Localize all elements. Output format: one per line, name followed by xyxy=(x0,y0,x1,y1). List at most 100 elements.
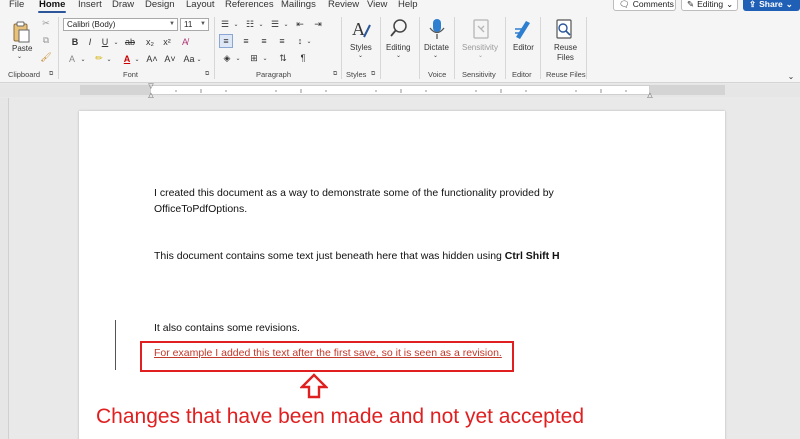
group-divider xyxy=(380,17,381,79)
align-left-icon[interactable]: ≡ xyxy=(219,34,233,48)
font-name-select[interactable]: Calibri (Body) ▼ xyxy=(63,18,178,31)
paste-icon xyxy=(13,21,30,43)
styles-group-label: Styles xyxy=(346,70,367,79)
reuse-files-group-label: Reuse Files xyxy=(546,70,586,79)
menu-bar: File Home Insert Draw Design Layout Refe… xyxy=(0,0,800,13)
editor-group-label: Editor xyxy=(512,70,532,79)
increase-indent-icon[interactable]: ⇥ xyxy=(311,17,325,31)
doc-paragraph-1-line-2[interactable]: OfficeToPdfOptions. xyxy=(154,201,247,217)
grow-font-icon[interactable]: A˄ xyxy=(146,53,158,65)
group-divider xyxy=(419,17,420,79)
chevron-down-icon[interactable]: ⌄ xyxy=(283,18,289,30)
clear-formatting-icon[interactable]: A̸ xyxy=(179,36,191,48)
chevron-down-icon[interactable]: ⌄ xyxy=(233,18,239,30)
sort-icon[interactable]: ⇅ xyxy=(276,51,290,65)
subscript-button[interactable]: x₂ xyxy=(144,36,156,48)
ruler-left-margin xyxy=(80,85,150,95)
decrease-indent-icon[interactable]: ⇤ xyxy=(293,17,307,31)
sensitivity-label: Sensitivity xyxy=(462,43,499,52)
change-case-icon[interactable]: Aa xyxy=(183,53,195,65)
share-button[interactable]: ⇪ Share ⌄ xyxy=(743,0,800,11)
editing-button[interactable] xyxy=(388,17,410,41)
sensitivity-button[interactable] xyxy=(470,17,492,41)
tab-help[interactable]: Help xyxy=(398,0,418,10)
doc-paragraph-1-line-1[interactable]: I created this document as a way to demo… xyxy=(154,185,554,201)
voice-group-label: Voice xyxy=(428,70,447,79)
copy-icon[interactable]: ⧉ xyxy=(40,34,52,46)
tab-review[interactable]: Review xyxy=(328,0,359,10)
shading-icon[interactable]: ◈ xyxy=(220,51,234,65)
pilcrow-icon[interactable]: ¶ xyxy=(296,51,310,65)
underline-button[interactable]: U xyxy=(100,36,110,48)
text-effects-icon[interactable]: A xyxy=(66,53,78,65)
up-arrow-icon xyxy=(300,373,328,399)
italic-button[interactable]: I xyxy=(85,36,95,48)
tab-view[interactable]: View xyxy=(367,0,387,10)
editing-mode-button[interactable]: ✎ Editing ⌄ xyxy=(681,0,738,11)
chevron-down-icon[interactable]: ⌄ xyxy=(80,53,86,65)
first-line-indent-marker[interactable]: ▽ xyxy=(147,82,155,90)
line-spacing-icon[interactable]: ↕ xyxy=(293,34,307,48)
dictate-button[interactable] xyxy=(426,17,448,41)
tab-mailings[interactable]: Mailings xyxy=(281,0,316,10)
chevron-down-icon[interactable]: ⌄ xyxy=(258,18,264,30)
justify-icon[interactable]: ≡ xyxy=(275,34,289,48)
right-indent-marker[interactable]: △ xyxy=(646,91,654,99)
styles-launcher-icon[interactable]: ⧉ xyxy=(371,71,375,78)
tab-home[interactable]: Home xyxy=(39,0,65,10)
bullets-icon[interactable]: ☰ xyxy=(218,17,232,31)
highlight-icon[interactable]: ✏ xyxy=(93,52,105,65)
chevron-down-icon[interactable]: ⌄ xyxy=(262,52,268,64)
chevron-down-icon[interactable]: ⌄ xyxy=(113,36,119,48)
chevron-down-icon: ⌄ xyxy=(478,53,484,59)
reuse-files-button[interactable] xyxy=(553,17,575,41)
chevron-down-icon[interactable]: ⌄ xyxy=(106,53,112,65)
search-icon xyxy=(390,19,407,37)
tab-layout[interactable]: Layout xyxy=(186,0,215,10)
clipboard-launcher-icon[interactable]: ⧉ xyxy=(49,71,53,78)
align-center-icon[interactable]: ≡ xyxy=(239,34,253,48)
font-launcher-icon[interactable]: ⧉ xyxy=(205,71,209,78)
collapse-ribbon-icon[interactable]: ⌄ xyxy=(786,71,796,81)
chevron-down-icon: ⌄ xyxy=(358,53,364,59)
chevron-down-icon[interactable]: ⌄ xyxy=(306,35,312,47)
editor-button[interactable] xyxy=(512,17,534,41)
tab-insert[interactable]: Insert xyxy=(78,0,102,10)
doc-paragraph-2[interactable]: This document contains some text just be… xyxy=(154,248,560,264)
align-right-icon[interactable]: ≡ xyxy=(257,34,271,48)
superscript-button[interactable]: x² xyxy=(161,36,173,48)
tab-design[interactable]: Design xyxy=(145,0,175,10)
chevron-down-icon[interactable]: ⌄ xyxy=(134,53,140,65)
sensitivity-group-label: Sensitivity xyxy=(462,70,496,79)
bold-button[interactable]: B xyxy=(70,36,80,48)
numbering-icon[interactable]: ☷ xyxy=(243,17,257,31)
vertical-ruler[interactable] xyxy=(0,98,9,439)
strikethrough-button[interactable]: ab xyxy=(124,36,136,48)
multilevel-list-icon[interactable]: ☰ xyxy=(268,17,282,31)
horizontal-ruler[interactable] xyxy=(150,85,650,95)
shrink-font-icon[interactable]: A˅ xyxy=(164,53,176,65)
paragraph-launcher-icon[interactable]: ⧉ xyxy=(333,71,337,78)
group-divider xyxy=(58,17,59,79)
ruler-ticks xyxy=(175,89,627,93)
doc-paragraph-3[interactable]: It also contains some revisions. xyxy=(154,320,300,336)
tab-file[interactable]: File xyxy=(9,0,24,10)
group-divider xyxy=(454,17,455,79)
tab-references[interactable]: References xyxy=(225,0,274,10)
chevron-down-icon[interactable]: ⌄ xyxy=(235,52,241,64)
borders-icon[interactable]: ⊞ xyxy=(247,51,261,65)
font-size-select[interactable]: 11 ▼ xyxy=(180,18,209,31)
comments-button[interactable]: 🗨 Comments xyxy=(613,0,676,11)
reuse-label-line2: Files xyxy=(557,53,574,62)
share-icon: ⇪ xyxy=(749,0,757,9)
tab-draw[interactable]: Draw xyxy=(112,0,134,10)
paste-button[interactable] xyxy=(10,20,32,44)
font-color-icon[interactable]: A xyxy=(121,52,133,65)
hanging-indent-marker[interactable]: △ xyxy=(147,91,155,99)
cut-icon[interactable]: ✂ xyxy=(40,17,52,29)
document-page[interactable]: I created this document as a way to demo… xyxy=(79,111,725,439)
chevron-down-icon[interactable]: ⌄ xyxy=(196,53,202,65)
styles-button[interactable]: A xyxy=(350,17,372,41)
format-painter-icon[interactable]: 🖌 xyxy=(40,51,52,63)
styles-label: Styles xyxy=(350,43,372,52)
